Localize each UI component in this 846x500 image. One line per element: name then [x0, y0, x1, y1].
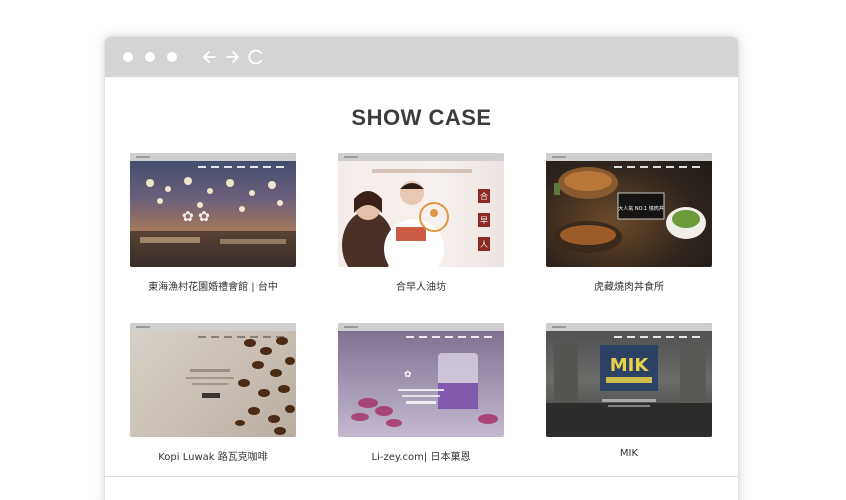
browser-titlebar: [105, 37, 738, 77]
forward-arrow-icon[interactable]: [223, 48, 241, 66]
thumb-text: 大人氣 NO.1 燒肉丼: [618, 205, 663, 212]
case-thumbnail[interactable]: ✿: [338, 323, 504, 437]
window-dot[interactable]: [123, 52, 133, 62]
case-caption[interactable]: 東海漁村花園婚禮會館 | 台中: [130, 278, 296, 293]
svg-text:✿: ✿: [404, 370, 412, 380]
case-thumbnail[interactable]: 合 早 人: [338, 153, 504, 267]
case-caption[interactable]: Li-zey.com| 日本菓恩: [338, 448, 504, 463]
window-dot[interactable]: [167, 52, 177, 62]
window-dot[interactable]: [145, 52, 155, 62]
section-title: SHOW CASE: [351, 105, 492, 130]
case-card-1[interactable]: ✿ ✿ 東海漁村花園婚禮會館 | 台中: [130, 153, 296, 293]
case-caption[interactable]: 虎藏燒肉丼食所: [546, 278, 712, 293]
thumb-logo: MIK: [610, 355, 650, 376]
reload-icon[interactable]: [247, 48, 265, 66]
case-thumbnail[interactable]: MIK: [546, 323, 712, 437]
case-thumbnail[interactable]: [130, 323, 296, 437]
thumb-char: 合: [480, 191, 488, 201]
case-caption[interactable]: Kopi Luwak 路瓦克咖啡: [130, 448, 296, 463]
case-caption[interactable]: MIK: [546, 448, 712, 459]
divider: [105, 476, 738, 477]
thumb-char: 早: [480, 216, 488, 225]
case-caption[interactable]: 合早人油坊: [338, 278, 504, 293]
case-card-4[interactable]: Kopi Luwak 路瓦克咖啡: [130, 323, 296, 463]
svg-text:✿ ✿: ✿ ✿: [182, 209, 210, 225]
case-thumbnail[interactable]: ✿ ✿: [130, 153, 296, 267]
page: SHOW CASE ✿ ✿ 東海漁村花園婚禮會館 | 台中 合 早 人 合早人油…: [0, 0, 846, 500]
browser-window: SHOW CASE ✿ ✿ 東海漁村花園婚禮會館 | 台中 合 早 人 合早人油…: [105, 37, 738, 500]
thumb-char: 人: [480, 240, 488, 249]
case-card-3[interactable]: 大人氣 NO.1 燒肉丼 虎藏燒肉丼食所: [546, 153, 712, 293]
case-card-2[interactable]: 合 早 人 合早人油坊: [338, 153, 504, 293]
case-card-5[interactable]: ✿ Li-zey.com| 日本菓恩: [338, 323, 504, 463]
case-card-6[interactable]: MIK MIK: [546, 323, 712, 459]
back-arrow-icon[interactable]: [201, 48, 219, 66]
case-thumbnail[interactable]: 大人氣 NO.1 燒肉丼: [546, 153, 712, 267]
